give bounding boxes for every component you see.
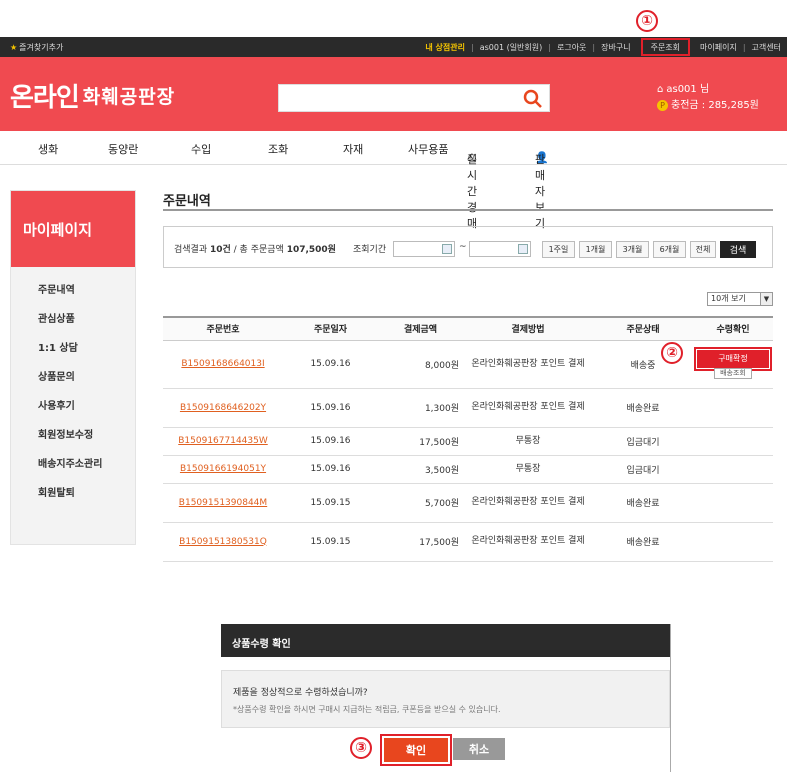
receipt-confirm-dialog: 상품수령 확인 제품을 정상적으로 수령하셨습니까? *상품수령 확인을 하시면… xyxy=(221,624,671,772)
calendar-icon[interactable] xyxy=(518,244,528,254)
user-type-link[interactable]: as001 (일반회원) xyxy=(474,42,549,53)
points-balance: 충전금 : 285,285원 xyxy=(671,100,759,111)
nav-item[interactable]: 생화 xyxy=(38,141,58,157)
sidebar-item-orders[interactable]: 주문내역 xyxy=(11,283,135,312)
table-row: B1509151390844M 15.09.15 5,700원 온라인화훼공판장… xyxy=(163,483,773,523)
sidebar-item-address[interactable]: 배송지주소관리 xyxy=(11,457,135,486)
per-page-select[interactable]: 10개 보기 ▼ xyxy=(707,292,773,306)
top-utility-bar: ★ 즐겨찾기추가 내 상점관리 | as001 (일반회원) | 로그아웃 | 장바구니… xyxy=(0,37,787,57)
delivery-track-button[interactable]: 배송조회 xyxy=(714,367,752,379)
order-number-link[interactable]: B1509151390844M xyxy=(163,483,283,523)
title-divider xyxy=(163,209,773,211)
start-date-field[interactable] xyxy=(393,241,455,257)
order-number-link[interactable]: B1509168664013I xyxy=(163,340,283,389)
home-icon: ⌂ xyxy=(657,84,664,95)
col-receipt: 수령확인 xyxy=(693,316,773,341)
table-row: B1509168646202Y 15.09.16 1,300원 온라인화훼공판장… xyxy=(163,388,773,428)
support-link[interactable]: 고객센터 xyxy=(746,42,787,53)
sidebar-item-wishlist[interactable]: 관심상품 xyxy=(11,312,135,341)
period-3month-button[interactable]: 3개월 xyxy=(616,241,649,258)
dialog-note: *상품수령 확인을 하시면 구매시 지급하는 적립금, 쿠폰등을 받으실 수 있… xyxy=(233,705,501,714)
dialog-title: 상품수령 확인 xyxy=(221,624,670,657)
period-1week-button[interactable]: 1주일 xyxy=(542,241,575,258)
table-row: B1509166194051Y 15.09.16 3,500원 무통장 입금대기 xyxy=(163,455,773,484)
site-logo[interactable]: 온라인 화훼공판장 xyxy=(10,77,175,114)
dialog-body: 제품을 정상적으로 수령하셨습니까? *상품수령 확인을 하시면 구매시 지급하… xyxy=(221,670,670,728)
order-number-link[interactable]: B1509151380531Q xyxy=(163,522,283,562)
sidebar-item-consult[interactable]: 1:1 상담 xyxy=(11,341,135,370)
col-order-no: 주문번호 xyxy=(163,316,283,341)
order-lookup-link[interactable]: 주문조회 xyxy=(640,38,691,56)
period-all-button[interactable]: 전체 xyxy=(690,241,716,258)
cancel-button[interactable]: 취소 xyxy=(453,738,505,760)
search-box xyxy=(278,84,550,112)
order-number-link[interactable]: B1509167714435W xyxy=(163,427,283,456)
chevron-down-icon: ▼ xyxy=(760,293,772,305)
purchase-confirm-button[interactable]: 구매확정 xyxy=(694,346,772,371)
nav-item[interactable]: 조화 xyxy=(268,141,288,157)
nav-item[interactable]: 자재 xyxy=(343,141,363,157)
order-number-link[interactable]: B1509166194051Y xyxy=(163,455,283,484)
callout-2: ② xyxy=(661,342,683,364)
coin-icon: P xyxy=(657,99,668,111)
favorite-link[interactable]: ★ 즐겨찾기추가 xyxy=(10,42,63,53)
result-summary: 검색결과 10건 / 총 주문금액 107,500원 xyxy=(174,245,336,255)
sidebar-item-withdraw[interactable]: 회원탈퇴 xyxy=(11,486,135,515)
shop-admin-link[interactable]: 내 상점관리 xyxy=(419,42,471,53)
nav-item[interactable]: 수입 xyxy=(191,141,211,157)
table-row: B1509167714435W 15.09.16 17,500원 무통장 입금대… xyxy=(163,427,773,456)
order-number-link[interactable]: B1509168646202Y xyxy=(163,388,283,428)
cart-link[interactable]: 장바구니 xyxy=(595,42,636,53)
category-nav: 생화 동양란 수입 조화 자재 사무용품 ⚖ 실시간경매 👤 판매자보기 xyxy=(0,131,787,230)
callout-1: ① xyxy=(636,10,658,32)
period-6month-button[interactable]: 6개월 xyxy=(653,241,686,258)
col-order-date: 주문일자 xyxy=(283,316,378,341)
star-icon: ★ xyxy=(10,43,18,52)
sidebar-title: 마이페이지 xyxy=(11,191,135,267)
col-status: 주문상태 xyxy=(593,316,693,341)
calendar-icon[interactable] xyxy=(442,244,452,254)
page-title: 주문내역 xyxy=(163,194,211,209)
sidebar-item-reviews[interactable]: 사용후기 xyxy=(11,399,135,428)
order-filter: 검색결과 10건 / 총 주문금액 107,500원 조회기간 ~ 1주일 1개… xyxy=(163,226,773,268)
nav-item[interactable]: 동양란 xyxy=(108,141,138,157)
col-amount: 결제금액 xyxy=(378,316,463,341)
nav-item[interactable]: 사무용품 xyxy=(408,141,448,157)
user-name: as001 님 xyxy=(666,84,710,95)
mypage-sidebar: 마이페이지 주문내역 관심상품 1:1 상담 상품문의 사용후기 회원정보수정 … xyxy=(10,190,136,545)
search-button[interactable]: 검색 xyxy=(720,241,756,258)
dialog-question: 제품을 정상적으로 수령하셨습니까? xyxy=(233,688,368,698)
sidebar-item-inquiry[interactable]: 상품문의 xyxy=(11,370,135,399)
logout-link[interactable]: 로그아웃 xyxy=(551,42,592,53)
end-date-field[interactable] xyxy=(469,241,531,257)
sidebar-item-profile[interactable]: 회원정보수정 xyxy=(11,428,135,457)
search-icon[interactable] xyxy=(523,89,543,109)
table-row: B1509151380531Q 15.09.15 17,500원 온라인화훼공판… xyxy=(163,522,773,562)
search-input[interactable] xyxy=(279,85,514,111)
mypage-link[interactable]: 마이페이지 xyxy=(694,42,743,53)
period-1month-button[interactable]: 1개월 xyxy=(579,241,612,258)
date-separator: ~ xyxy=(459,242,467,252)
user-info: ⌂ as001 님 P 충전금 : 285,285원 xyxy=(657,82,759,114)
confirm-button[interactable]: 확인 xyxy=(380,734,452,766)
col-method: 결제방법 xyxy=(463,316,593,341)
callout-3: ③ xyxy=(350,737,372,759)
period-label: 조회기간 xyxy=(353,245,387,255)
site-header: 온라인 화훼공판장 ⌂ as001 님 P 충전금 : 285,285원 xyxy=(0,57,787,131)
